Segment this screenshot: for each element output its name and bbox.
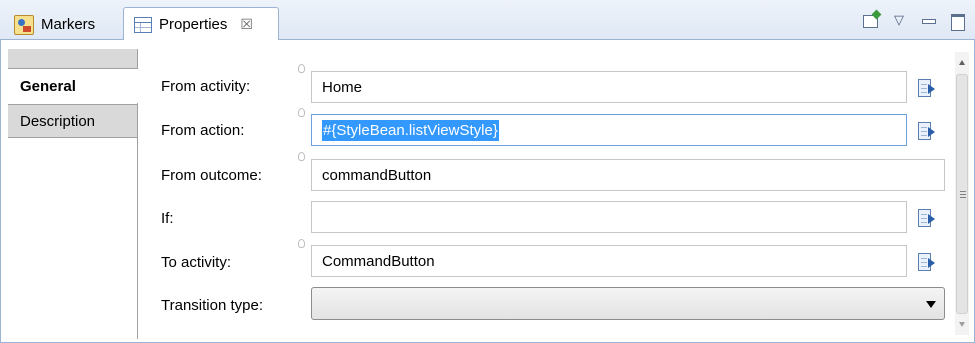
scroll-down-arrow-icon[interactable]	[959, 322, 965, 327]
dropdown-arrow-icon	[926, 301, 936, 308]
view-tab-bar: Markers Properties ☒ ▽	[0, 0, 975, 41]
transition-type-label: Transition type:	[161, 297, 263, 314]
markers-icon	[14, 14, 34, 35]
tab-markers[interactable]: Markers	[4, 9, 121, 40]
property-sections: General Description	[8, 49, 139, 339]
minimize-icon[interactable]	[920, 12, 936, 28]
from-activity-value: Home	[322, 78, 363, 96]
from-activity-browse-icon[interactable]	[918, 79, 936, 97]
pin-view-icon[interactable]	[863, 15, 878, 28]
properties-icon	[134, 16, 152, 33]
to-activity-value: CommandButton	[322, 252, 435, 270]
to-activity-field[interactable]: CommandButton	[311, 245, 907, 277]
close-tab-icon[interactable]: ☒	[240, 16, 253, 33]
content-assist-hint-icon	[298, 239, 305, 248]
tab-properties[interactable]: Properties ☒	[123, 7, 279, 41]
from-action-field[interactable]: #{StyleBean.listViewStyle}	[311, 114, 907, 146]
to-activity-label: To activity:	[161, 254, 232, 271]
view-menu-icon[interactable]: ▽	[891, 12, 907, 28]
tab-markers-label: Markers	[41, 16, 96, 33]
view-toolbar: ▽	[863, 12, 965, 31]
scrollbar-grip-icon	[960, 191, 966, 198]
if-label: If:	[161, 210, 174, 227]
section-tab-description[interactable]: Description	[8, 104, 137, 138]
scroll-up-arrow-icon[interactable]	[959, 60, 965, 65]
if-browse-icon[interactable]	[918, 209, 936, 227]
maximize-icon[interactable]	[949, 12, 965, 31]
if-field[interactable]	[311, 201, 907, 233]
from-action-browse-icon[interactable]	[918, 122, 936, 140]
sections-empty-area	[8, 139, 137, 339]
from-outcome-field[interactable]: commandButton	[311, 159, 945, 191]
section-tab-general[interactable]: General	[8, 69, 139, 103]
transition-type-select[interactable]	[311, 287, 945, 320]
content-assist-hint-icon	[298, 152, 305, 161]
section-tab-general-label: General	[20, 77, 76, 95]
to-activity-browse-icon[interactable]	[918, 253, 936, 271]
from-outcome-value: commandButton	[322, 166, 432, 184]
from-activity-label: From activity:	[161, 78, 251, 95]
tab-properties-label: Properties	[159, 16, 228, 33]
content-assist-hint-icon	[298, 108, 305, 117]
vertical-scrollbar[interactable]	[955, 52, 969, 335]
from-activity-field[interactable]: Home	[311, 71, 907, 103]
section-tab-description-label: Description	[20, 112, 96, 130]
from-outcome-label: From outcome:	[161, 167, 262, 184]
from-action-value: #{StyleBean.listViewStyle}	[322, 119, 499, 141]
from-action-label: From action:	[161, 122, 245, 139]
content-assist-hint-icon	[298, 64, 305, 73]
scrollbar-thumb[interactable]	[956, 74, 968, 314]
sections-header	[8, 49, 137, 69]
